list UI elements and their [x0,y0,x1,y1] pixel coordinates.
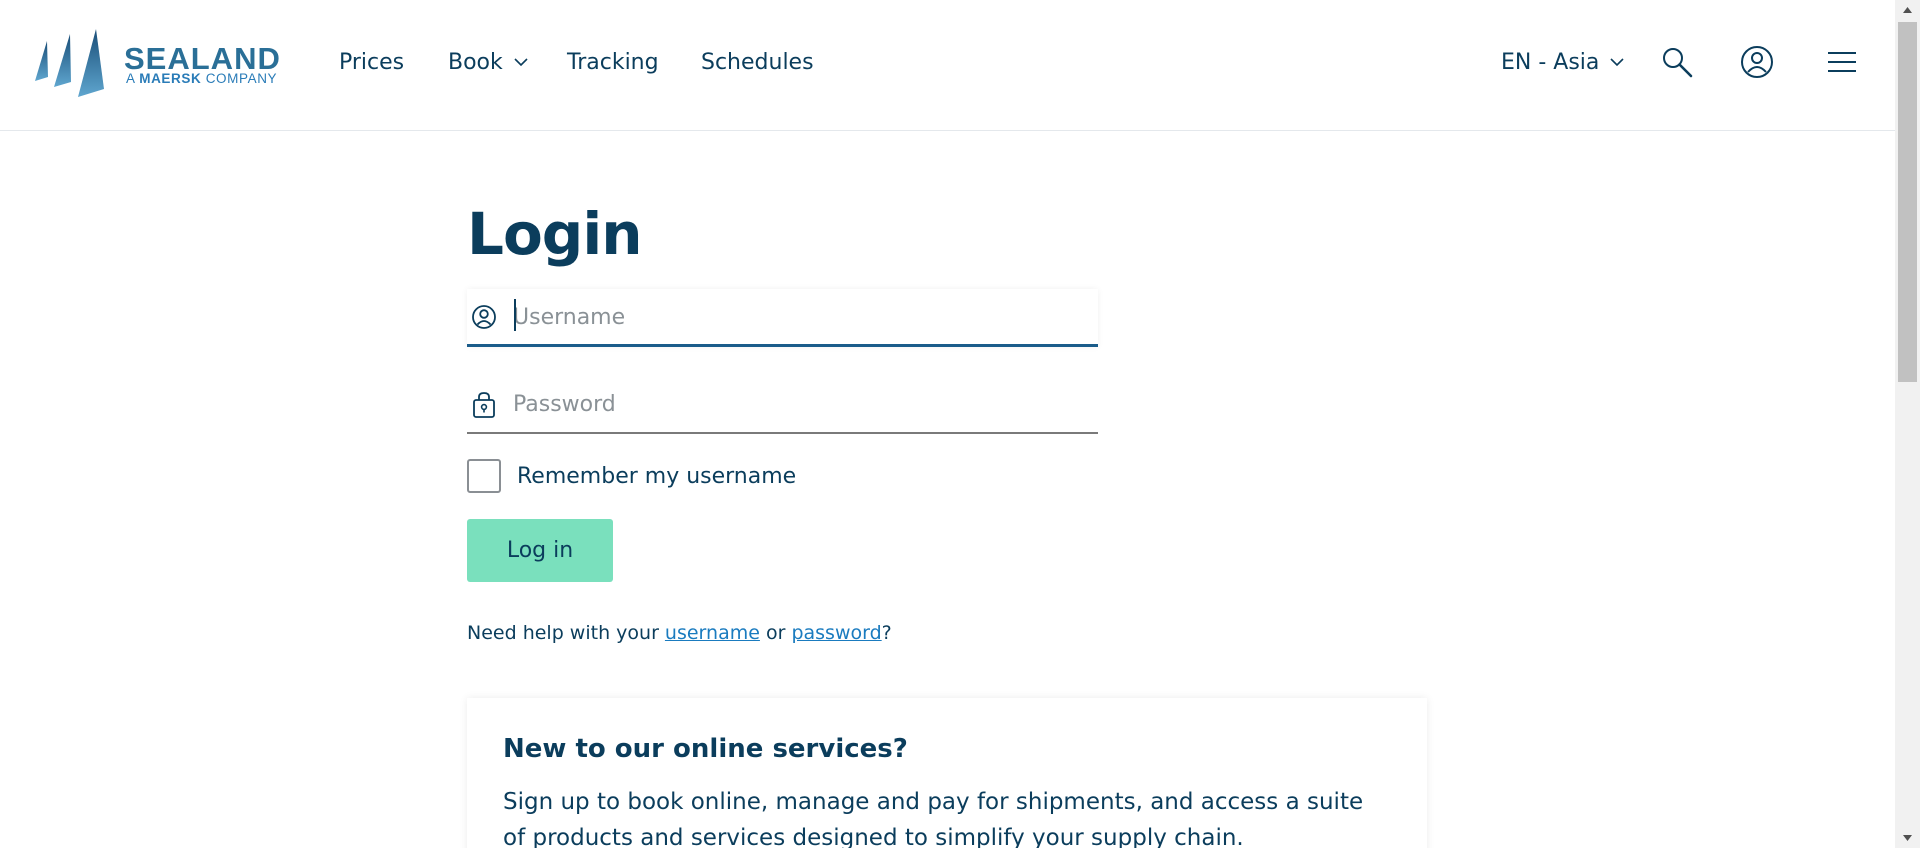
language-label: EN - Asia [1501,50,1600,75]
menu-button[interactable] [1827,50,1857,78]
scroll-up-arrow-icon[interactable] [1895,0,1920,20]
signup-card-text: Sign up to book online, manage and pay f… [503,789,1364,848]
user-icon [472,305,496,329]
signup-card-title: New to our online services? [503,734,908,764]
tagline-suffix: COMPANY [205,71,278,86]
nav-tracking[interactable]: Tracking [567,50,659,80]
tagline-strong: MAERSK [139,71,202,86]
login-button[interactable]: Log in [467,519,613,582]
account-button[interactable] [1740,45,1774,83]
search-icon [1663,48,1693,78]
help-middle: or [765,622,786,644]
username-help-link[interactable]: username [665,622,760,644]
password-input[interactable] [513,384,1083,424]
password-field[interactable] [467,376,1098,434]
language-selector[interactable]: EN - Asia [1501,50,1624,80]
chevron-down-icon [514,58,528,67]
brand-tagline: A MAERSK COMPANY [126,71,277,86]
vertical-scrollbar[interactable] [1895,0,1920,848]
sealand-logo[interactable]: SEALAND A MAERSK COMPANY [34,29,302,99]
chevron-down-icon [1610,58,1624,67]
brand-name: SEALAND [124,41,281,76]
scrollbar-thumb[interactable] [1898,22,1917,382]
nav-book-label: Book [448,50,503,75]
username-field[interactable] [467,289,1098,347]
text-cursor [514,299,516,331]
help-prefix: Need help with your [467,622,659,644]
page-title: Login [467,200,642,268]
scroll-down-arrow-icon[interactable] [1895,828,1920,848]
password-help-link[interactable]: password [791,622,881,644]
nav-tracking-label: Tracking [567,50,659,75]
nav-prices-label: Prices [339,50,405,75]
nav-schedules[interactable]: Schedules [701,50,814,80]
help-text: Need help with your username or password… [467,622,892,644]
nav-book[interactable]: Book [448,50,528,80]
nav-schedules-label: Schedules [701,50,814,75]
user-icon [1741,46,1773,78]
nav-prices[interactable]: Prices [339,50,404,80]
help-suffix: ? [881,622,892,644]
menu-icon [1828,52,1856,72]
remember-username-label[interactable]: Remember my username [517,464,796,489]
signup-card: New to our online services? Sign up to b… [467,698,1427,848]
sails-logo-icon [35,29,104,97]
page: SEALAND A MAERSK COMPANY Prices Book Tra… [0,0,1920,848]
lock-icon [473,392,495,418]
username-input[interactable] [513,297,1083,337]
tagline-prefix: A [126,71,135,86]
site-header: SEALAND A MAERSK COMPANY Prices Book Tra… [0,0,1895,131]
search-button[interactable] [1660,45,1694,83]
remember-username-checkbox[interactable] [467,459,501,493]
